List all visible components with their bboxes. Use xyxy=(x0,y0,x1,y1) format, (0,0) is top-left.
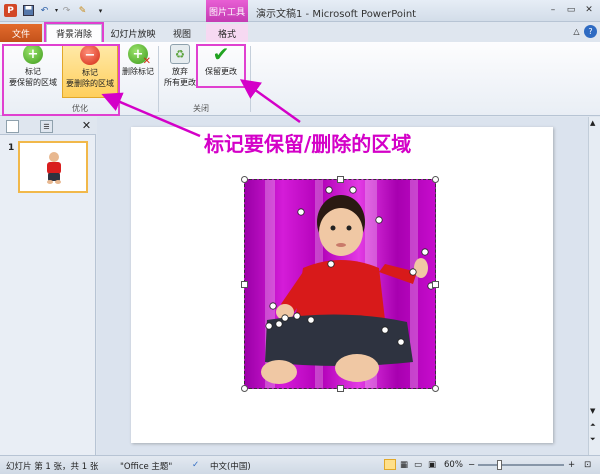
annotation-text: 标记要保留/删除的区域 xyxy=(204,132,412,156)
theme-name: "Office 主题" xyxy=(120,462,173,472)
zoom-out-button[interactable]: − xyxy=(468,460,475,470)
language: 中文(中国) xyxy=(210,462,251,472)
zoom-level[interactable]: 60% xyxy=(444,460,463,470)
status-bar: 幻灯片 第 1 张，共 1 张 "Office 主题" ✓ 中文(中国) ▦ ▭… xyxy=(0,455,600,474)
slide-info: 幻灯片 第 1 张，共 1 张 xyxy=(6,462,99,472)
normal-view-icon[interactable] xyxy=(384,459,396,470)
slide-sorter-icon[interactable]: ▦ xyxy=(400,460,408,470)
zoom-slider[interactable] xyxy=(478,464,564,466)
annotation-arrows xyxy=(101,79,301,138)
fit-to-window-icon[interactable]: ⊡ xyxy=(584,460,591,470)
spell-check-icon[interactable]: ✓ xyxy=(192,460,199,470)
slideshow-view-icon[interactable]: ▣ xyxy=(428,460,436,470)
reading-view-icon[interactable]: ▭ xyxy=(414,460,422,470)
zoom-slider-knob[interactable] xyxy=(497,460,502,470)
zoom-in-button[interactable]: + xyxy=(568,460,575,470)
